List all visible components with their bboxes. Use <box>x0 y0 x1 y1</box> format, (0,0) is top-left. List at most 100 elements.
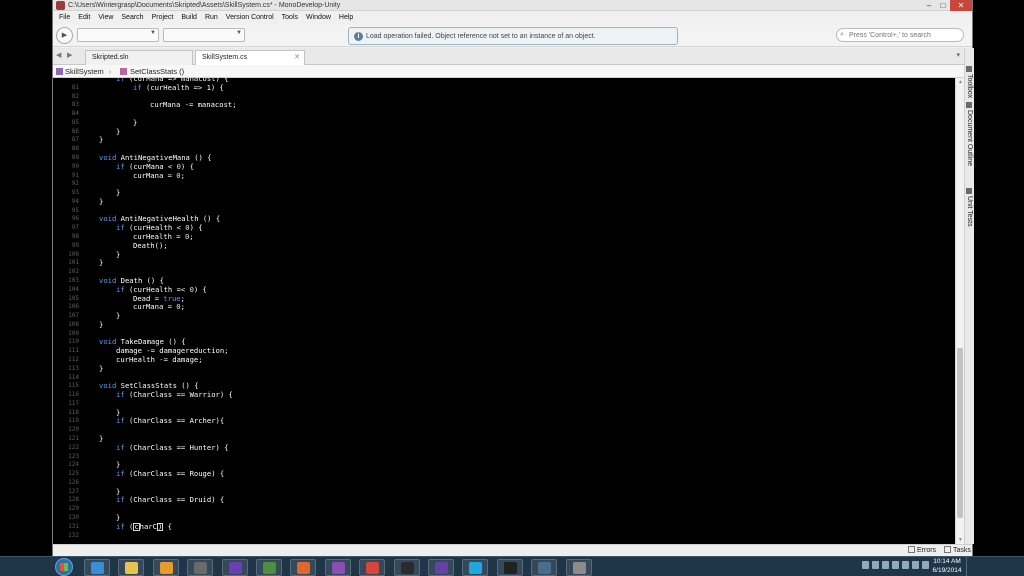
tab-skripted-sln[interactable]: Skripted.sln <box>85 50 193 65</box>
windows-start-icon[interactable] <box>55 558 73 576</box>
code-line[interactable]: curHealth -= damage; <box>116 355 203 365</box>
errors-pad-button[interactable]: Errors <box>908 545 936 556</box>
taskbar-app-button[interactable] <box>118 559 145 576</box>
search-box[interactable]: ⌕ <box>836 28 964 42</box>
breadcrumb-class[interactable]: SkillSystem <box>65 65 104 78</box>
breadcrumb-method[interactable]: SetClassStats () <box>130 65 184 78</box>
code-line[interactable]: } <box>99 434 103 444</box>
target-dropdown[interactable]: ▼ <box>163 28 245 42</box>
taskbar-app-button[interactable] <box>393 559 420 576</box>
code-keyword: if <box>133 82 142 92</box>
menu-file[interactable]: File <box>55 11 74 25</box>
close-tab-icon[interactable]: ✕ <box>294 51 300 65</box>
configuration-dropdown[interactable]: ▼ <box>77 28 159 42</box>
tab-list-icon[interactable]: ▾ <box>956 51 960 59</box>
taskbar-app-button[interactable] <box>221 559 248 576</box>
chrome-icon <box>366 562 380 574</box>
taskbar-app-button[interactable] <box>84 559 110 576</box>
side-tab-toolbox[interactable]: Toolbox <box>966 66 973 98</box>
code-line[interactable]: } <box>116 311 120 321</box>
menu-help[interactable]: Help <box>335 11 357 25</box>
code-line[interactable]: } <box>99 197 103 207</box>
code-line[interactable]: curMana = 0; <box>133 171 185 181</box>
code-line[interactable]: if (CharClass == Rouge) { <box>116 469 224 479</box>
menu-build[interactable]: Build <box>177 11 201 25</box>
tray-icon[interactable] <box>902 561 909 569</box>
tray-icon[interactable] <box>912 561 919 569</box>
menu-edit[interactable]: Edit <box>74 11 94 25</box>
menu-search[interactable]: Search <box>117 11 147 25</box>
breadcrumb: SkillSystem › SetClassStats () <box>53 65 964 78</box>
line-number: 130 <box>68 514 79 521</box>
code-keyword: if <box>116 161 125 171</box>
search-input[interactable] <box>849 30 959 40</box>
minimize-button[interactable]: – <box>922 0 936 11</box>
code-line[interactable]: } <box>116 188 121 198</box>
code-line[interactable]: curMana = 0; <box>133 302 185 312</box>
tasks-pad-button[interactable]: Tasks <box>944 545 971 556</box>
taskbar-app-button[interactable] <box>359 559 386 576</box>
code-line[interactable]: } <box>133 118 137 128</box>
chevron-down-icon: ▼ <box>236 30 242 36</box>
code-line[interactable]: Death(); <box>133 241 168 251</box>
code-line[interactable]: } <box>99 258 103 268</box>
menu-window[interactable]: Window <box>302 11 335 25</box>
title-bar[interactable]: C:\Users\Wintergrasp\Documents\Skripted\… <box>53 0 972 11</box>
play-icon[interactable]: ▶ <box>56 27 73 44</box>
code-token: curMana = <box>133 302 177 312</box>
code-line[interactable]: } <box>99 320 103 330</box>
taskbar-app-button[interactable] <box>152 559 179 576</box>
close-button[interactable]: ✕ <box>950 0 972 11</box>
outline-icon <box>966 102 972 108</box>
tray-icon[interactable] <box>872 561 879 569</box>
show-desktop-button[interactable] <box>966 557 972 576</box>
app-green-icon <box>263 562 276 574</box>
code-line[interactable]: } <box>99 364 103 374</box>
taskbar-app-button[interactable] <box>496 559 523 576</box>
tab-forward-icon[interactable]: ▶ <box>67 51 72 59</box>
monodevelop-app-icon <box>56 1 65 10</box>
taskbar-app-button[interactable] <box>565 559 592 576</box>
line-number: 95 <box>71 206 79 214</box>
menu-project[interactable]: Project <box>148 11 178 25</box>
code-line[interactable]: if (CharClass == Druid) { <box>116 496 224 505</box>
side-tab-unit-tests[interactable]: Unit Tests <box>966 188 973 227</box>
menu-version-control[interactable]: Version Control <box>222 11 278 25</box>
code-line[interactable]: if (charC) { <box>116 522 172 532</box>
tray-icon[interactable] <box>892 561 899 569</box>
maximize-button[interactable]: □ <box>936 0 950 11</box>
firefox-icon <box>297 562 311 574</box>
side-tab-document-outline[interactable]: Document Outline <box>966 102 973 166</box>
menu-tools[interactable]: Tools <box>278 11 302 25</box>
code-line[interactable]: if (CharClass == Warrior) { <box>116 390 233 400</box>
taskbar-app-button[interactable] <box>290 559 317 576</box>
menu-view[interactable]: View <box>94 11 117 25</box>
code-line[interactable]: } <box>116 127 120 137</box>
tab-skillsystem-cs[interactable]: SkillSystem.cs ✕ <box>195 50 305 65</box>
taskbar-app-button[interactable] <box>531 559 558 576</box>
code-line[interactable]: if (CharClass == Archer){ <box>116 417 224 426</box>
tray-icon[interactable] <box>882 561 889 569</box>
code-token: } <box>116 188 121 198</box>
code-line[interactable]: } <box>99 136 103 145</box>
code-token: SetClassStats () { <box>116 381 199 391</box>
line-number: 83 <box>71 101 79 109</box>
code-line[interactable]: if (CharClass == Hunter) { <box>116 443 229 453</box>
line-number: 114 <box>68 373 79 381</box>
tray-icon[interactable] <box>862 561 869 569</box>
taskbar-app-button[interactable] <box>462 559 489 576</box>
tab-back-icon[interactable]: ◀ <box>56 51 61 59</box>
code-line[interactable]: } <box>116 250 120 260</box>
code-line[interactable]: curMana -= manacost; <box>150 100 237 110</box>
editor-scrollbar[interactable]: ▲ ▼ <box>955 78 964 544</box>
taskbar-clock[interactable]: 10:14 AM 6/19/2014 <box>925 557 969 575</box>
menu-run[interactable]: Run <box>201 11 222 25</box>
taskbar-app-button[interactable] <box>324 559 351 576</box>
taskbar-app-button[interactable] <box>187 559 214 576</box>
code-line[interactable]: if (curHealth => 1) { <box>133 82 224 93</box>
ie-icon <box>91 562 104 574</box>
scrollbar-thumb[interactable] <box>957 348 963 518</box>
code-editor[interactable]: 81 82 83 84 85 86 87 88 89 90 91 92 93 94 95 96 97 98 99 10… <box>53 78 955 544</box>
taskbar-app-button[interactable] <box>428 559 454 576</box>
taskbar-app-button[interactable] <box>256 559 282 576</box>
